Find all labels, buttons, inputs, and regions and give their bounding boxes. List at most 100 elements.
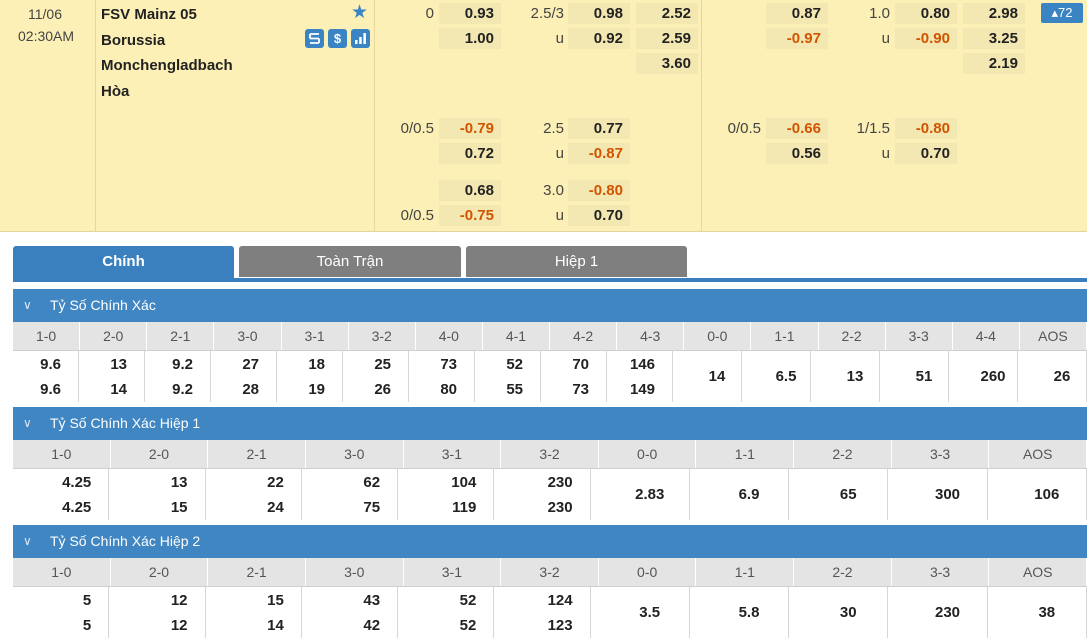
ft-hdp-alt1-away[interactable]: 0.72 — [439, 143, 501, 164]
odds-value[interactable]: 260 — [980, 364, 1005, 389]
odds-value[interactable]: 30 — [840, 600, 857, 625]
odds-value[interactable]: 2.83 — [635, 482, 664, 507]
h1-ou-alt1-under[interactable]: 0.70 — [895, 143, 957, 164]
odds-value[interactable]: 4.25 — [62, 495, 91, 520]
odds-value[interactable]: 13 — [171, 470, 188, 495]
odds-cell[interactable]: 52 52 — [398, 587, 495, 638]
odds-value[interactable]: 52 — [506, 352, 523, 377]
ft-ou-alt1-over[interactable]: 0.77 — [568, 118, 630, 139]
tab-hiep-1[interactable]: Hiệp 1 — [466, 246, 687, 277]
odds-cell[interactable]: 51 — [880, 351, 949, 402]
odds-value[interactable]: 300 — [935, 482, 960, 507]
odds-cell[interactable]: 260 — [949, 351, 1018, 402]
odds-value[interactable]: 52 — [460, 588, 477, 613]
h1-hdp-alt1-home[interactable]: -0.66 — [766, 118, 828, 139]
odds-cell[interactable]: 12 12 — [109, 587, 206, 638]
away-team-cont[interactable]: Monchengladbach — [101, 57, 233, 74]
lineup-icon[interactable] — [305, 29, 324, 48]
ft-hdp-home-odd[interactable]: 0.93 — [439, 3, 501, 24]
odds-value[interactable]: 6.5 — [776, 364, 797, 389]
tab-chinh[interactable]: Chính — [13, 246, 234, 278]
dollar-icon[interactable]: $ — [328, 29, 347, 48]
odds-cell[interactable]: 5.8 — [690, 587, 790, 638]
odds-value[interactable]: 27 — [242, 352, 259, 377]
odds-value[interactable]: 70 — [572, 352, 589, 377]
odds-cell[interactable]: 65 — [789, 469, 889, 520]
odds-value[interactable]: 14 — [709, 364, 726, 389]
ft-under-odd[interactable]: 0.92 — [568, 28, 630, 49]
odds-cell[interactable]: 70 73 — [541, 351, 607, 402]
odds-value[interactable]: 75 — [363, 495, 380, 520]
odds-value[interactable]: 6.9 — [739, 482, 760, 507]
ft-hdp-alt1-home[interactable]: -0.79 — [439, 118, 501, 139]
odds-value[interactable]: 230 — [548, 495, 573, 520]
odds-cell[interactable]: 38 — [988, 587, 1087, 638]
odds-cell[interactable]: 73 80 — [409, 351, 475, 402]
odds-value[interactable]: 4.25 — [62, 470, 91, 495]
odds-value[interactable]: 73 — [440, 352, 457, 377]
odds-cell[interactable]: 62 75 — [302, 469, 399, 520]
odds-cell[interactable]: 6.9 — [690, 469, 790, 520]
odds-cell[interactable]: 27 28 — [211, 351, 277, 402]
odds-value[interactable]: 80 — [440, 377, 457, 402]
chevron-down-icon[interactable]: ∨ — [23, 289, 32, 322]
section-header[interactable]: ∨ Tỷ Số Chính Xác Hiệp 1 — [13, 407, 1087, 440]
h1-over-odd[interactable]: 0.80 — [895, 3, 957, 24]
odds-value[interactable]: 13 — [847, 364, 864, 389]
odds-value[interactable]: 38 — [1038, 600, 1055, 625]
away-team[interactable]: Borussia — [101, 32, 165, 49]
odds-value[interactable]: 65 — [840, 482, 857, 507]
odds-cell[interactable]: 230 — [888, 587, 988, 638]
h1-1x2-home[interactable]: 2.98 — [963, 3, 1025, 24]
odds-cell[interactable]: 52 55 — [475, 351, 541, 402]
odds-value[interactable]: 12 — [171, 613, 188, 638]
odds-value[interactable]: 149 — [630, 377, 655, 402]
odds-value[interactable]: 123 — [548, 613, 573, 638]
odds-cell[interactable]: 9.2 9.2 — [145, 351, 211, 402]
odds-cell[interactable]: 13 — [811, 351, 880, 402]
odds-value[interactable]: 22 — [267, 470, 284, 495]
ft-hdp-away-odd[interactable]: 1.00 — [439, 28, 501, 49]
odds-value[interactable]: 15 — [267, 588, 284, 613]
odds-cell[interactable]: 300 — [888, 469, 988, 520]
odds-value[interactable]: 26 — [374, 377, 391, 402]
h1-under-odd[interactable]: -0.90 — [895, 28, 957, 49]
h1-1x2-draw[interactable]: 2.19 — [963, 53, 1025, 74]
ft-hdp-alt2-away[interactable]: -0.75 — [439, 205, 501, 226]
h1-hdp-alt1-away[interactable]: 0.56 — [766, 143, 828, 164]
ft-ou-alt2-over[interactable]: -0.80 — [568, 180, 630, 201]
odds-value[interactable]: 5 — [83, 588, 91, 613]
odds-cell[interactable]: 124 123 — [494, 587, 591, 638]
stats-icon[interactable] — [351, 29, 370, 48]
odds-cell[interactable]: 25 26 — [343, 351, 409, 402]
odds-value[interactable]: 5.8 — [739, 600, 760, 625]
ft-1x2-home[interactable]: 2.52 — [636, 3, 698, 24]
chevron-down-icon[interactable]: ∨ — [23, 407, 32, 440]
odds-cell[interactable]: 13 15 — [109, 469, 206, 520]
odds-value[interactable]: 15 — [171, 495, 188, 520]
odds-value[interactable]: 13 — [110, 352, 127, 377]
odds-cell[interactable]: 6.5 — [742, 351, 811, 402]
odds-value[interactable]: 230 — [548, 470, 573, 495]
odds-value[interactable]: 5 — [83, 613, 91, 638]
ft-over-odd[interactable]: 0.98 — [568, 3, 630, 24]
odds-cell[interactable]: 106 — [988, 469, 1087, 520]
odds-value[interactable]: 24 — [267, 495, 284, 520]
odds-cell[interactable]: 15 14 — [206, 587, 302, 638]
odds-value[interactable]: 26 — [1054, 364, 1071, 389]
ft-ou-alt2-under[interactable]: 0.70 — [568, 205, 630, 226]
odds-cell[interactable]: 55 — [13, 587, 110, 638]
odds-value[interactable]: 14 — [110, 377, 127, 402]
odds-cell[interactable]: 18 19 — [277, 351, 343, 402]
odds-value[interactable]: 9.2 — [172, 352, 193, 377]
odds-cell[interactable]: 146 149 — [607, 351, 673, 402]
odds-cell[interactable]: 9.6 9.6 — [13, 351, 79, 402]
odds-value[interactable]: 230 — [935, 600, 960, 625]
odds-value[interactable]: 124 — [548, 588, 573, 613]
odds-value[interactable]: 9.2 — [172, 377, 193, 402]
odds-value[interactable]: 73 — [572, 377, 589, 402]
odds-value[interactable]: 146 — [630, 352, 655, 377]
odds-cell[interactable]: 22 24 — [206, 469, 302, 520]
odds-value[interactable]: 3.5 — [639, 600, 660, 625]
odds-cell[interactable]: 104 119 — [398, 469, 495, 520]
